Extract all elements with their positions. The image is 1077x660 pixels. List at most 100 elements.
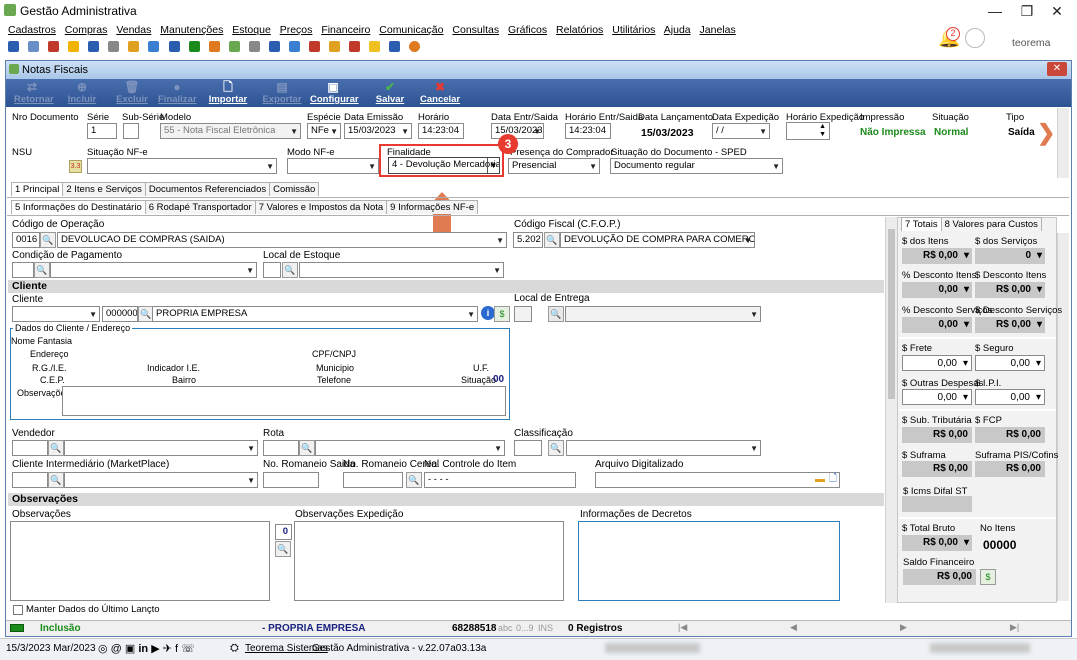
search-icon[interactable]: 🔍 <box>406 472 422 488</box>
configurar-button[interactable]: ▣ Configurar <box>310 80 359 105</box>
serie-input[interactable]: 1 <box>87 123 117 139</box>
tool-icon[interactable] <box>148 40 160 52</box>
data-expedicao-input[interactable]: / / <box>712 123 770 139</box>
close-form-button[interactable]: ✕ <box>1047 62 1067 76</box>
salvar-button[interactable]: ✔ Salvar <box>374 80 406 105</box>
chevron-right-icon[interactable]: ❯ <box>1037 120 1055 146</box>
observacoes-textarea[interactable] <box>10 521 270 601</box>
totais-scrollbar[interactable] <box>1057 233 1069 601</box>
excluir-button[interactable]: 🗑 Excluir <box>116 80 148 105</box>
tab-comissao[interactable]: Comissão <box>269 182 320 196</box>
romaneio-saida-input[interactable] <box>263 472 319 488</box>
user-avatar-icon[interactable] <box>965 28 985 48</box>
horario-entr-input[interactable]: 14:23:04 <box>565 123 611 139</box>
tool-icon[interactable] <box>288 40 300 52</box>
menu-graficos[interactable]: Gráficos <box>508 24 547 36</box>
first-record-icon[interactable]: |◀ <box>678 622 687 633</box>
sub-serie-input[interactable] <box>123 123 139 139</box>
menu-cadastros[interactable]: Cadastros <box>8 24 56 36</box>
main-scrollbar[interactable] <box>885 217 897 603</box>
tool-icon[interactable] <box>168 40 180 52</box>
tab-documentos-referenciados[interactable]: Documentos Referenciados <box>144 182 271 196</box>
cod-operacao-select[interactable]: DEVOLUCAO DE COMPRAS (SAIDA) <box>57 232 507 248</box>
controle-item-input[interactable]: - - - - <box>424 472 576 488</box>
cliente-code[interactable]: 0000001 <box>102 306 138 322</box>
search-icon[interactable]: 🔍 <box>34 262 50 278</box>
cliente-intermediario-select[interactable] <box>64 472 258 488</box>
horario-expedicao-input[interactable]: ▲ ▼ <box>786 122 830 140</box>
chrome-icon[interactable]: ◎ <box>98 643 108 655</box>
local-entrega-code[interactable] <box>514 306 532 322</box>
tool-icon[interactable] <box>389 40 401 52</box>
exportar-button[interactable]: ▤ Exportar <box>262 80 302 105</box>
tool-icon[interactable] <box>228 40 240 52</box>
desc-itens-pct-value[interactable]: 0,00 <box>902 282 972 298</box>
finalizar-button[interactable]: ● Finalizar <box>158 80 197 105</box>
cliente-intermediario-code[interactable] <box>12 472 48 488</box>
classificacao-select[interactable] <box>566 440 761 456</box>
manter-dados-checkbox[interactable] <box>13 605 23 615</box>
tab-totais[interactable]: 7 Totais <box>901 217 942 231</box>
next-record-icon[interactable]: ▶ <box>900 622 907 633</box>
tool-icon[interactable] <box>349 40 361 52</box>
tab-informacoes-destinatario[interactable]: 5 Informações do Destinatário <box>11 200 146 214</box>
nfe-status-icon[interactable]: 3.3 <box>69 160 82 173</box>
spinner-icon[interactable]: ▲ ▼ <box>819 123 826 139</box>
search-icon[interactable]: 🔍 <box>282 262 298 278</box>
facebook-icon[interactable]: f <box>175 643 178 655</box>
twitter-icon[interactable]: ✈ <box>163 643 172 655</box>
tool-icon[interactable] <box>329 40 340 52</box>
youtube-icon[interactable]: ▶ <box>151 643 159 655</box>
especie-select[interactable]: NFe <box>307 123 341 139</box>
minimize-button[interactable]: — <box>980 2 1010 20</box>
menu-utilitarios[interactable]: Utilitários <box>612 24 655 36</box>
ipi-value[interactable]: 0,00 <box>975 389 1045 406</box>
menu-consultas[interactable]: Consultas <box>452 24 499 36</box>
outras-despesas-value[interactable]: 0,00 <box>902 389 972 406</box>
menu-janelas[interactable]: Janelas <box>700 24 736 36</box>
presenca-select[interactable]: Presencial <box>508 158 600 174</box>
menu-ajuda[interactable]: Ajuda <box>664 24 691 36</box>
tool-icon[interactable] <box>308 40 320 52</box>
tab-rodape-transportador[interactable]: 6 Rodapé Transportador <box>144 200 256 214</box>
total-bruto-value[interactable]: R$ 0,00 <box>902 535 972 551</box>
cliente-type-select[interactable] <box>12 306 100 322</box>
power-icon[interactable] <box>409 40 421 52</box>
linkedin-icon[interactable]: in <box>138 643 148 655</box>
cond-pagamento-select[interactable] <box>50 262 257 278</box>
chevron-down-icon[interactable]: ▼ <box>487 158 499 173</box>
menu-compras[interactable]: Compras <box>65 24 108 36</box>
tool-icon[interactable] <box>248 40 260 52</box>
cfop-code[interactable]: 5.202 <box>513 232 543 248</box>
maximize-button[interactable]: ❐ <box>1012 2 1042 20</box>
horario-input[interactable]: 14:23:04 <box>418 123 464 139</box>
desc-servicos-val-value[interactable]: R$ 0,00 <box>975 317 1045 333</box>
cancelar-button[interactable]: ✖ Cancelar <box>420 80 460 105</box>
document-icon[interactable]: 🗋 <box>829 473 837 485</box>
menu-comunicacao[interactable]: Comunicação <box>379 24 443 36</box>
last-record-icon[interactable]: ▶| <box>1010 622 1019 633</box>
menu-vendas[interactable]: Vendas <box>116 24 151 36</box>
search-icon[interactable]: 🔍 <box>48 440 64 456</box>
romaneio-cereal-input[interactable] <box>343 472 403 488</box>
money-icon[interactable]: $ <box>494 306 510 322</box>
desc-itens-val-value[interactable]: R$ 0,00 <box>975 282 1045 298</box>
tool-icon[interactable] <box>88 40 100 52</box>
cliente-select[interactable]: PROPRIA EMPRESA <box>152 306 478 322</box>
tab-valores-custos[interactable]: 8 Valores para Custos <box>940 217 1042 231</box>
tool-icon[interactable] <box>48 40 60 52</box>
informacoes-decretos-textarea[interactable] <box>578 521 840 601</box>
info-icon[interactable]: i <box>481 306 495 320</box>
scroll-thumb[interactable] <box>888 229 895 399</box>
close-window-button[interactable]: ✕ <box>1042 2 1072 20</box>
search-icon[interactable]: 🔍 <box>40 232 56 248</box>
tool-icon[interactable] <box>28 40 40 52</box>
search-icon[interactable]: 🔍 <box>275 541 291 557</box>
retornar-button[interactable]: ⇄ Retornar <box>14 80 54 105</box>
menu-estoque[interactable]: Estoque <box>232 24 271 36</box>
tool-icon[interactable] <box>188 40 200 52</box>
header-scrollbar[interactable] <box>1057 108 1069 178</box>
rota-code[interactable] <box>263 440 299 456</box>
arquivo-digitalizado-input[interactable]: ▬ 🗋 <box>595 472 840 488</box>
modelo-select[interactable]: 55 - Nota Fiscal Eletrônica <box>160 123 301 139</box>
